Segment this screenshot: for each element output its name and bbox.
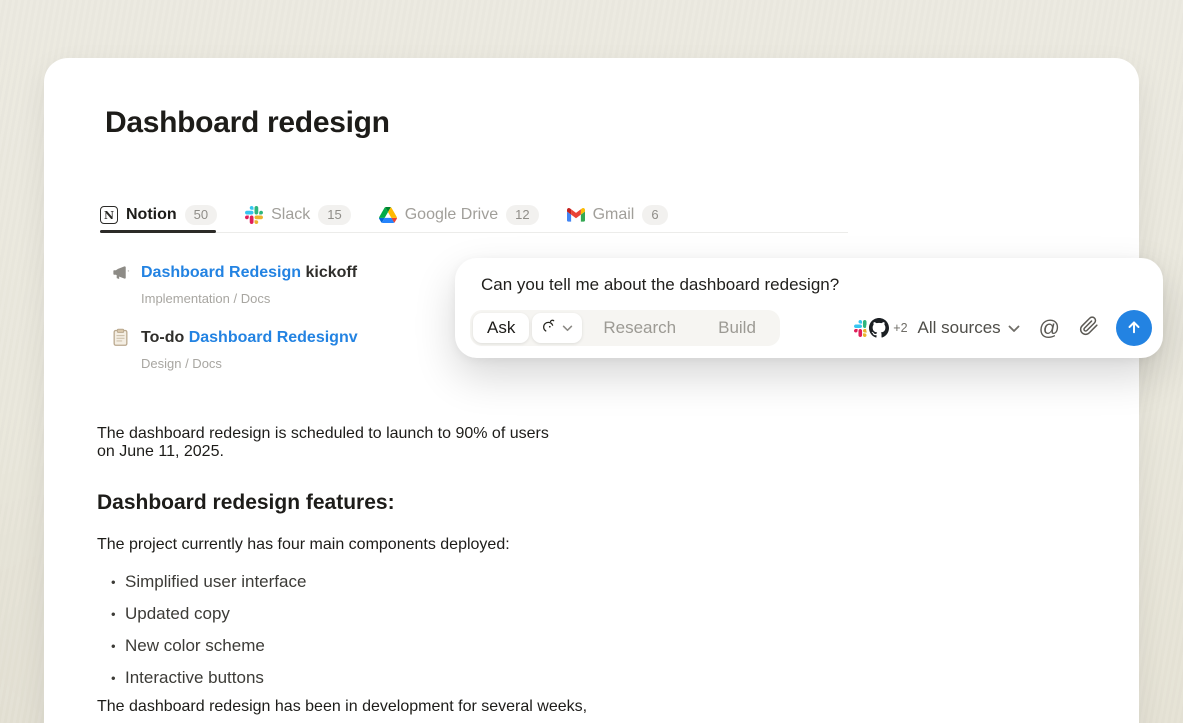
bullet-item: Simplified user interface xyxy=(97,566,306,598)
at-icon: @ xyxy=(1039,318,1060,339)
ask-mode-button[interactable]: Ask xyxy=(473,313,529,343)
active-tab-underline xyxy=(100,230,216,233)
result-title-prefix: To-do xyxy=(141,329,189,346)
doc-paragraph-launch: The dashboard redesign is scheduled to l… xyxy=(97,425,549,461)
chat-controls: Ask Research Build +2 xyxy=(470,310,1152,346)
search-result-kickoff: Dashboard Redesign kickoff Implementatio… xyxy=(111,263,357,306)
result-link[interactable]: Dashboard Redesignv xyxy=(189,329,358,346)
tab-google-drive[interactable]: Google Drive 12 xyxy=(379,198,539,232)
tab-count-badge: 6 xyxy=(642,205,667,225)
ai-model-dropdown[interactable] xyxy=(532,313,582,343)
research-mode-button[interactable]: Research xyxy=(582,318,697,338)
gmail-icon xyxy=(567,206,585,224)
chevron-down-icon xyxy=(562,319,573,337)
tab-label: Google Drive xyxy=(405,206,498,224)
result-link[interactable]: Dashboard Redesign xyxy=(141,264,301,281)
slack-icon xyxy=(245,206,263,224)
notion-icon: N xyxy=(100,206,118,224)
tab-label: Slack xyxy=(271,206,310,224)
result-breadcrumb: Design / Docs xyxy=(141,356,358,371)
github-source-icon xyxy=(868,317,890,339)
result-title-suffix: kickoff xyxy=(301,264,357,281)
source-tabs: N Notion 50 Slack 15 Google Drive 12 Gma… xyxy=(100,198,668,232)
main-card: Dashboard redesign N Notion 50 Slack 15 … xyxy=(44,58,1139,723)
doc-paragraph-components: The project currently has four main comp… xyxy=(97,536,510,554)
ai-chat-input-box[interactable]: Can you tell me about the dashboard rede… xyxy=(455,258,1163,358)
send-button[interactable] xyxy=(1116,310,1152,346)
bullet-item: Updated copy xyxy=(97,598,306,630)
tab-label: Notion xyxy=(126,206,177,224)
ai-face-icon xyxy=(541,318,557,339)
chat-input[interactable]: Can you tell me about the dashboard rede… xyxy=(481,275,839,295)
all-sources-label: All sources xyxy=(918,318,1001,338)
arrow-up-icon xyxy=(1125,318,1143,339)
doc-line: The dashboard redesign is scheduled to l… xyxy=(97,425,549,442)
search-result-todo: To-do Dashboard Redesignv Design / Docs xyxy=(111,328,358,371)
feature-bullet-list: Simplified user interface Updated copy N… xyxy=(97,566,306,694)
all-sources-selector[interactable]: All sources xyxy=(918,318,1020,338)
result-breadcrumb: Implementation / Docs xyxy=(141,291,357,306)
tab-notion[interactable]: N Notion 50 xyxy=(100,198,217,232)
result-title: To-do Dashboard Redesignv xyxy=(141,329,358,347)
attach-file-button[interactable] xyxy=(1079,316,1099,341)
mention-button[interactable]: @ xyxy=(1039,318,1060,339)
doc-paragraph-development: The dashboard redesign has been in devel… xyxy=(97,698,587,716)
tab-label: Gmail xyxy=(593,206,635,224)
doc-line: on June 11, 2025. xyxy=(97,443,224,460)
bullet-item: New color scheme xyxy=(97,630,306,662)
result-row[interactable]: To-do Dashboard Redesignv xyxy=(111,328,358,347)
extra-sources-count: +2 xyxy=(893,321,907,335)
doc-heading-features: Dashboard redesign features: xyxy=(97,491,395,515)
tab-count-badge: 50 xyxy=(185,205,217,225)
mode-segmented-control: Ask Research Build xyxy=(470,310,780,346)
chevron-down-icon xyxy=(1008,318,1020,338)
megaphone-icon xyxy=(111,263,130,282)
tab-gmail[interactable]: Gmail 6 xyxy=(567,198,668,232)
clipboard-icon xyxy=(111,328,130,347)
paperclip-icon xyxy=(1079,316,1099,341)
bullet-item: Interactive buttons xyxy=(97,662,306,694)
result-title: Dashboard Redesign kickoff xyxy=(141,264,357,282)
tab-slack[interactable]: Slack 15 xyxy=(245,198,351,232)
build-mode-button[interactable]: Build xyxy=(697,318,777,338)
page-title: Dashboard redesign xyxy=(105,106,390,140)
tab-count-badge: 12 xyxy=(506,205,538,225)
tab-count-badge: 15 xyxy=(318,205,350,225)
result-row[interactable]: Dashboard Redesign kickoff xyxy=(111,263,357,282)
chat-right-controls: +2 All sources @ xyxy=(851,310,1152,346)
connected-sources[interactable]: +2 xyxy=(851,317,907,339)
google-drive-icon xyxy=(379,206,397,224)
